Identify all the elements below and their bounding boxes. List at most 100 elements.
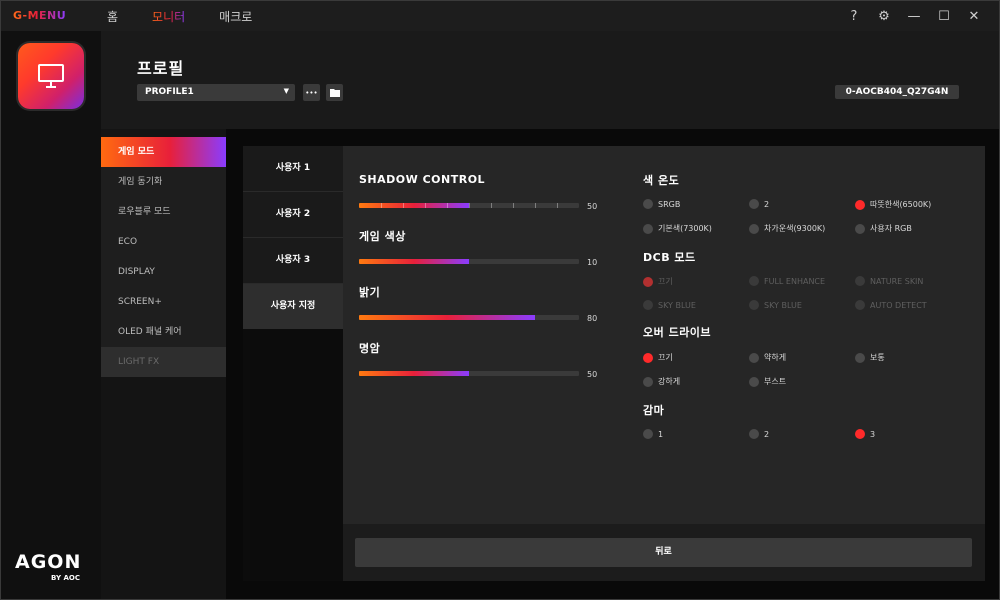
radio-label: 차가운색(9300K) <box>764 224 826 233</box>
radio-dot <box>855 276 865 286</box>
radio-dot <box>855 223 865 234</box>
profile-dropdown[interactable]: PROFILE1 ▼ <box>137 84 295 101</box>
sidebar-item-game-mode[interactable]: 게임 모드 <box>101 137 226 167</box>
nav-macro[interactable]: 매크로 <box>219 8 252 25</box>
brightness-value: 80 <box>587 314 598 323</box>
shadow-control-value: 50 <box>587 202 598 211</box>
radio-label: 부스트 <box>764 377 787 386</box>
radio-dot <box>749 223 759 234</box>
sidebar-item-eco[interactable]: ECO <box>101 227 226 257</box>
nav-home[interactable]: 홈 <box>107 8 118 25</box>
user-tabs: 사용자 1 사용자 2 사용자 3 사용자 지정 <box>243 146 343 330</box>
radio-dcb: SKY BLUE <box>749 300 802 310</box>
window-controls: ? ⚙ — ☐ ✕ <box>839 7 989 25</box>
radio-color-temp[interactable]: 기본색(7300K) <box>643 223 712 234</box>
radio-label: 따뜻한색(6500K) <box>870 200 932 209</box>
more-options-button[interactable]: ••• <box>303 84 320 101</box>
radio-gamma[interactable]: 3 <box>855 429 875 439</box>
chevron-down-icon: ▼ <box>283 87 289 95</box>
slider-fill <box>359 371 469 376</box>
profile-dropdown-value: PROFILE1 <box>145 87 194 97</box>
radio-dot <box>643 429 653 439</box>
radio-overdrive[interactable]: 끄기 <box>643 352 673 363</box>
side-menu: 게임 모드 게임 동기화 로우블루 모드 ECO DISPLAY SCREEN+… <box>101 137 226 377</box>
minimize-icon[interactable]: — <box>899 7 929 25</box>
radio-label: FULL ENHANCE <box>764 276 826 286</box>
brightness-slider[interactable] <box>359 315 579 320</box>
sidebar-item-game-sync[interactable]: 게임 동기화 <box>101 167 226 197</box>
monitor-app-icon[interactable] <box>18 43 84 109</box>
user-tabs-filler <box>243 329 343 581</box>
overdrive-title: 오버 드라이브 <box>643 326 712 339</box>
radio-label: 끄기 <box>658 277 673 286</box>
radio-color-temp[interactable]: 차가운색(9300K) <box>749 223 825 234</box>
radio-label: 강하게 <box>658 377 681 386</box>
slider-fill <box>359 259 469 264</box>
slider-tick <box>381 203 382 208</box>
top-nav: 홈 모니터 매크로 <box>107 8 286 25</box>
sidebar-item-screen-plus[interactable]: SCREEN+ <box>101 287 226 317</box>
slider-tick <box>557 203 558 208</box>
radio-label: SKY BLUE <box>658 300 696 310</box>
radio-label: 보통 <box>870 353 885 362</box>
radio-dcb: FULL ENHANCE <box>749 276 825 286</box>
radio-dot <box>749 199 759 209</box>
slider-fill <box>359 315 535 320</box>
nav-monitor[interactable]: 모니터 <box>152 8 185 25</box>
app-window: G-MENU 홈 모니터 매크로 ? ⚙ — ☐ ✕ AGON BY AOC 프… <box>0 0 1000 600</box>
folder-button[interactable] <box>326 84 343 101</box>
brightness-label: 밝기 <box>359 286 381 299</box>
gear-icon[interactable]: ⚙ <box>869 7 899 25</box>
radio-color-temp[interactable]: 2 <box>749 199 769 209</box>
radio-label: 약하게 <box>764 353 787 362</box>
tab-user-1[interactable]: 사용자 1 <box>243 146 343 192</box>
game-color-label: 게임 색상 <box>359 230 406 243</box>
slider-tick <box>491 203 492 208</box>
radio-overdrive[interactable]: 약하게 <box>749 352 786 363</box>
radio-dot <box>749 300 759 310</box>
sidebar-item-light-fx: LIGHT FX <box>101 347 226 377</box>
radio-gamma[interactable]: 1 <box>643 429 663 439</box>
game-color-value: 10 <box>587 258 598 267</box>
ellipsis-icon: ••• <box>305 88 318 97</box>
radio-label: 사용자 RGB <box>870 224 912 233</box>
radio-dcb: SKY BLUE <box>643 300 696 310</box>
radio-dot <box>643 352 653 363</box>
side-menu-filler <box>101 377 226 599</box>
monitor-icon <box>38 64 64 88</box>
tab-user-custom[interactable]: 사용자 지정 <box>243 284 343 330</box>
back-button[interactable]: 뒤로 <box>355 538 972 567</box>
sidebar-item-low-blue[interactable]: 로우블루 모드 <box>101 197 226 227</box>
help-icon[interactable]: ? <box>839 7 869 25</box>
radio-gamma[interactable]: 2 <box>749 429 769 439</box>
radio-overdrive[interactable]: 강하게 <box>643 376 680 387</box>
radio-overdrive[interactable]: 보통 <box>855 352 885 363</box>
tab-user-3[interactable]: 사용자 3 <box>243 238 343 284</box>
radio-color-temp[interactable]: 따뜻한색(6500K) <box>855 199 931 210</box>
radio-overdrive[interactable]: 부스트 <box>749 376 786 387</box>
radio-dcb: 끄기 <box>643 276 673 287</box>
contrast-slider[interactable] <box>359 371 579 376</box>
radio-dot <box>643 199 653 209</box>
shadow-control-slider[interactable] <box>359 203 579 208</box>
agon-logo: AGON <box>15 551 82 573</box>
contrast-value: 50 <box>587 370 598 379</box>
radio-color-temp[interactable]: 사용자 RGB <box>855 223 912 234</box>
aoc-logo: BY AOC <box>51 574 80 582</box>
sidebar-item-display[interactable]: DISPLAY <box>101 257 226 287</box>
radio-dot <box>855 300 865 310</box>
title-bar: G-MENU 홈 모니터 매크로 ? ⚙ — ☐ ✕ <box>1 1 999 31</box>
shadow-control-label: SHADOW CONTROL <box>359 173 486 186</box>
radio-dot <box>749 429 759 439</box>
slider-tick <box>425 203 426 208</box>
radio-dcb: AUTO DETECT <box>855 300 927 310</box>
radio-color-temp[interactable]: SRGB <box>643 199 680 209</box>
maximize-icon[interactable]: ☐ <box>929 7 959 25</box>
close-icon[interactable]: ✕ <box>959 7 989 25</box>
tab-user-2[interactable]: 사용자 2 <box>243 192 343 238</box>
radio-dot <box>749 352 759 363</box>
radio-dot <box>855 199 865 210</box>
sidebar-item-oled-care[interactable]: OLED 패널 케어 <box>101 317 226 347</box>
radio-dot <box>643 376 653 387</box>
game-color-slider[interactable] <box>359 259 579 264</box>
